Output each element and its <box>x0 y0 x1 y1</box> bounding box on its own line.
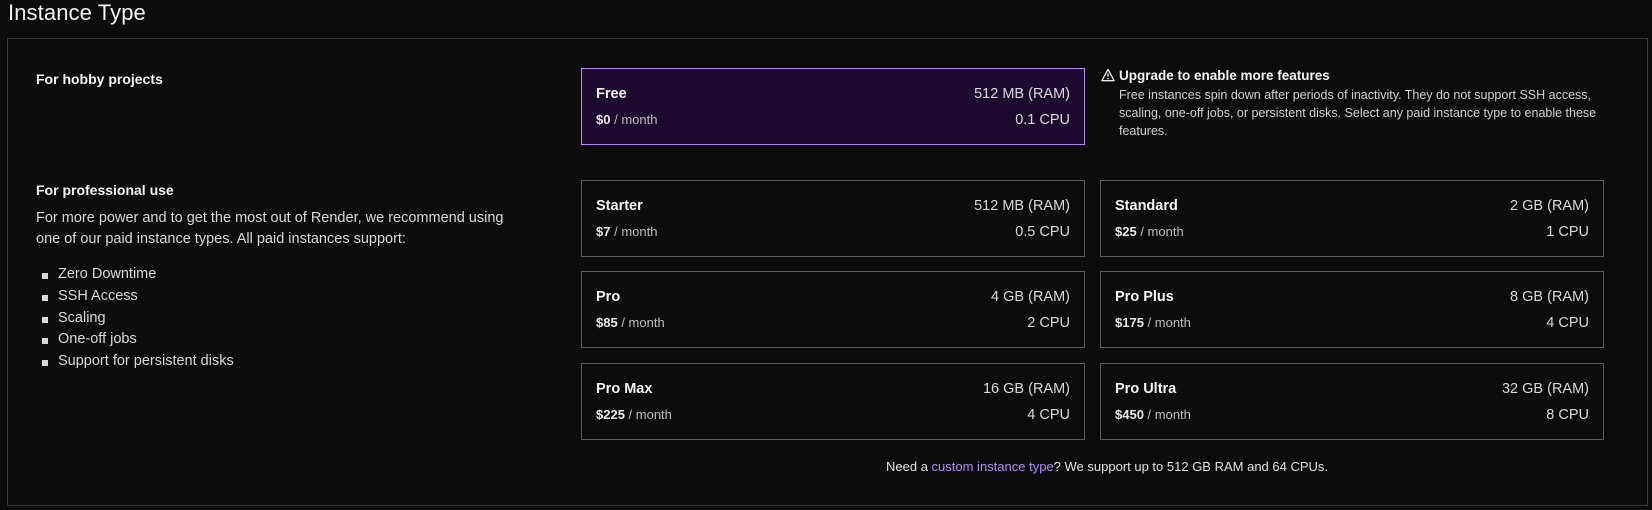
instance-card-pro-max[interactable]: Pro Max $225 / month 16 GB (RAM) 4 CPU <box>581 363 1085 440</box>
instance-ram: 512 MB (RAM) <box>974 198 1070 214</box>
instance-cpu: 1 CPU <box>1546 224 1589 240</box>
instance-cpu: 0.5 CPU <box>1015 224 1070 240</box>
instance-ram: 2 GB (RAM) <box>1510 198 1589 214</box>
instance-card-pro-plus[interactable]: Pro Plus $175 / month 8 GB (RAM) 4 CPU <box>1100 271 1604 348</box>
price-amount: $7 <box>596 224 611 239</box>
instance-name: Pro Ultra <box>1115 381 1177 397</box>
custom-instance-type-link[interactable]: custom instance type <box>932 459 1054 474</box>
upgrade-note-body: Free instances spin down after periods o… <box>1119 88 1597 138</box>
price-amount: $225 <box>596 407 625 422</box>
instance-card-free[interactable]: Free $0 / month 512 MB (RAM) 0.1 CPU <box>581 68 1085 145</box>
instance-name: Free <box>596 86 627 102</box>
upgrade-note-title: Upgrade to enable more features <box>1119 68 1330 83</box>
instance-price: $450 / month <box>1115 407 1191 422</box>
list-item: Scaling <box>42 308 234 330</box>
instance-card-standard[interactable]: Standard $25 / month 2 GB (RAM) 1 CPU <box>1100 180 1604 257</box>
footnote-suffix: ? We support up to 512 GB RAM and 64 CPU… <box>1053 459 1329 474</box>
price-amount: $85 <box>596 315 618 330</box>
instance-price: $225 / month <box>596 407 672 422</box>
instance-name: Standard <box>1115 198 1178 214</box>
instance-cpu: 2 CPU <box>1027 315 1070 331</box>
price-period: / month <box>614 224 658 239</box>
price-period: / month <box>614 112 658 127</box>
instance-ram: 512 MB (RAM) <box>974 86 1070 102</box>
price-period: / month <box>1140 224 1184 239</box>
price-amount: $175 <box>1115 315 1144 330</box>
price-period: / month <box>1147 407 1191 422</box>
instance-cpu: 4 CPU <box>1027 407 1070 423</box>
instance-ram: 32 GB (RAM) <box>1501 381 1589 397</box>
instance-name: Pro Plus <box>1115 289 1174 305</box>
instance-card-pro[interactable]: Pro $85 / month 4 GB (RAM) 2 CPU <box>581 271 1085 348</box>
instance-price: $25 / month <box>1115 224 1184 239</box>
price-period: / month <box>628 407 672 422</box>
list-item: One-off jobs <box>42 329 234 351</box>
warning-icon <box>1101 68 1115 82</box>
instance-name: Pro Max <box>596 381 653 397</box>
price-period: / month <box>1147 315 1191 330</box>
price-amount: $0 <box>596 112 611 127</box>
footnote-prefix: Need a <box>886 459 932 474</box>
list-item: SSH Access <box>42 286 234 308</box>
instance-ram: 16 GB (RAM) <box>982 381 1070 397</box>
instance-cpu: 4 CPU <box>1546 315 1589 331</box>
price-amount: $450 <box>1115 407 1144 422</box>
instance-ram: 8 GB (RAM) <box>1510 289 1589 305</box>
feature-list: Zero Downtime SSH Access Scaling One-off… <box>42 264 234 373</box>
instance-card-pro-ultra[interactable]: Pro Ultra $450 / month 32 GB (RAM) 8 CPU <box>1100 363 1604 440</box>
instance-cpu: 8 CPU <box>1546 407 1589 423</box>
instance-price: $7 / month <box>596 224 657 239</box>
instance-price: $0 / month <box>596 112 657 127</box>
page-title: Instance Type <box>8 0 146 25</box>
instance-cpu: 0.1 CPU <box>1015 112 1070 128</box>
instance-price: $175 / month <box>1115 315 1191 330</box>
instance-name: Starter <box>596 198 643 214</box>
professional-description: For more power and to get the most out o… <box>36 210 504 247</box>
instance-price: $85 / month <box>596 315 665 330</box>
list-item: Support for persistent disks <box>42 351 234 373</box>
instance-ram: 4 GB (RAM) <box>991 289 1070 305</box>
professional-heading: For professional use <box>36 182 174 198</box>
hobby-heading: For hobby projects <box>36 71 163 87</box>
instance-name: Pro <box>596 289 621 305</box>
list-item: Zero Downtime <box>42 264 234 286</box>
instance-card-starter[interactable]: Starter $7 / month 512 MB (RAM) 0.5 CPU <box>581 180 1085 257</box>
price-amount: $25 <box>1115 224 1137 239</box>
price-period: / month <box>621 315 665 330</box>
